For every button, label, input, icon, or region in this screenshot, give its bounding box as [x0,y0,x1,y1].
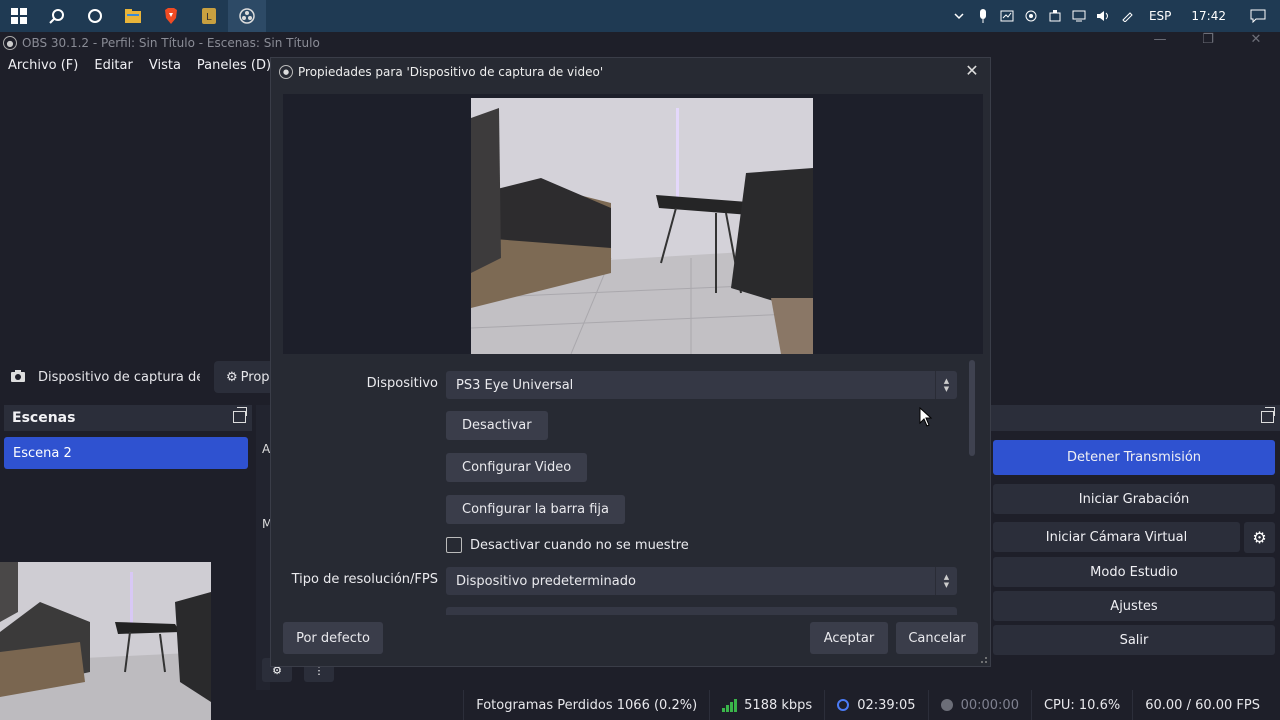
power-icon[interactable] [1043,0,1067,32]
deactivate-button[interactable]: Desactivar [446,411,548,440]
search-icon[interactable] [38,0,76,32]
deactivate-when-hidden-label: Desactivar cuando no se muestre [470,537,689,553]
configure-video-button[interactable]: Configurar Video [446,453,588,482]
menu-bar: Archivo (F) Editar Vista Paneles (D) [0,54,279,76]
menu-vista[interactable]: Vista [141,58,189,73]
app-icon[interactable]: L [190,0,228,32]
obs-logo-icon: ● [279,65,293,79]
stop-streaming-button[interactable]: Detener Transmisión [993,440,1275,475]
partially-visible-field [446,607,957,615]
device-select[interactable]: PS3 Eye Universal ▲ ▼ [446,371,957,399]
chevron-up-icon[interactable] [947,0,971,32]
chevron-updown-icon: ▲ ▼ [935,567,957,595]
microphone-icon[interactable] [971,0,995,32]
windows-taskbar: L ESP 17:42 [0,0,1280,32]
gear-icon: ⚙ [226,369,238,385]
properties-label: Prop [240,369,270,385]
settings-button[interactable]: Ajustes [993,591,1275,621]
scenes-dock-header: Escenas [4,405,252,431]
start-recording-button[interactable]: Iniciar Grabación [993,484,1275,514]
program-preview[interactable] [0,562,211,720]
mouse-cursor-icon [919,407,933,427]
defaults-button[interactable]: Por defecto [283,622,383,654]
obs-title-bar: ● OBS 30.1.2 - Perfil: Sin Título - Esce… [0,32,1280,54]
studio-mode-button[interactable]: Modo Estudio [993,557,1275,587]
resolution-value: Dispositivo predeterminado [456,573,636,589]
fps-status: 60.00 / 60.00 FPS [1132,690,1280,720]
configure-crossbar-button[interactable]: Configurar la barra fija [446,495,625,524]
close-icon[interactable]: ✕ [964,63,980,79]
brave-icon[interactable] [152,0,190,32]
start-virtual-camera-button[interactable]: Iniciar Cámara Virtual [993,522,1240,552]
notifications-icon[interactable] [1236,0,1280,32]
device-label: Dispositivo [366,376,438,391]
cortana-icon[interactable] [76,0,114,32]
svg-text:L: L [206,12,212,23]
device-value: PS3 Eye Universal [456,377,574,393]
record-time-status: 00:00:00 [927,690,1031,720]
window-title: OBS 30.1.2 - Perfil: Sin Título - Escena… [22,36,320,50]
resize-grip-icon[interactable] [980,656,988,664]
record-icon [940,699,953,711]
dialog-title-bar: ● Propiedades para 'Dispositivo de captu… [271,58,990,86]
status-bar: Fotogramas Perdidos 1066 (0.2%) 5188 kbp… [211,690,1280,720]
chevron-updown-icon: ▲ ▼ [935,371,957,399]
capture-icon[interactable] [995,0,1019,32]
dialog-title: Propiedades para 'Dispositivo de captura… [298,65,604,79]
file-explorer-icon[interactable] [114,0,152,32]
resolution-type-select[interactable]: Dispositivo predeterminado ▲ ▼ [446,567,957,595]
properties-dialog: ● Propiedades para 'Dispositivo de captu… [270,57,991,667]
undock-icon[interactable] [1261,407,1275,423]
language-indicator[interactable]: ESP [1139,9,1181,23]
minimize-icon[interactable]: — [1136,32,1184,47]
clock[interactable]: 17:42 [1181,9,1236,23]
bitrate-status: 5188 kbps [709,690,824,720]
stream-time-status: 02:39:05 [824,690,927,720]
selected-source-name: Dispositivo de captura de v [38,369,200,385]
restore-icon[interactable]: ❐ [1184,32,1232,47]
cpu-text: CPU: 10.6% [1043,697,1121,713]
streaming-icon [837,699,850,711]
source-preview-area [283,94,983,354]
signal-icon [722,698,738,712]
network-icon[interactable] [1067,0,1091,32]
obs-icon[interactable] [228,0,266,32]
controls-dock-header [990,405,1280,431]
menu-paneles[interactable]: Paneles (D) [189,58,279,73]
source-toolbar: Dispositivo de captura de v ⚙ Prop [0,356,270,398]
exit-button[interactable]: Salir [993,625,1275,655]
webcam-icon[interactable] [1019,0,1043,32]
mixer-track-a-label: A [262,442,271,456]
stream-time-text: 02:39:05 [857,697,916,713]
windows-start-icon[interactable] [0,0,38,32]
dropped-frames: Fotogramas Perdidos 1066 (0.2%) [463,690,709,720]
cancel-button[interactable]: Cancelar [896,622,978,654]
scenes-title: Escenas [12,410,76,426]
volume-icon[interactable] [1091,0,1115,32]
virtual-camera-settings-icon[interactable]: ⚙ [1244,522,1275,553]
menu-archivo[interactable]: Archivo (F) [0,58,86,73]
deactivate-when-hidden-checkbox[interactable] [446,537,462,553]
undock-icon[interactable] [233,407,247,423]
camera-icon [11,370,25,382]
fps-text: 60.00 / 60.00 FPS [1145,697,1260,713]
dropped-frames-text: Fotogramas Perdidos 1066 (0.2%) [476,697,698,713]
bitrate-text: 5188 kbps [744,697,813,713]
properties-scrollbar[interactable] [969,360,975,456]
accept-button[interactable]: Aceptar [810,622,888,654]
resolution-label: Tipo de resolución/FPS [291,572,438,587]
cpu-status: CPU: 10.6% [1030,690,1132,720]
properties-button[interactable]: ⚙ Prop [214,361,270,393]
close-icon[interactable]: ✕ [1232,32,1280,47]
obs-logo-icon: ● [3,36,17,50]
record-time-text: 00:00:00 [960,697,1019,713]
scene-item[interactable]: Escena 2 [4,437,248,469]
pen-icon[interactable] [1115,0,1139,32]
camera-preview [471,98,813,354]
menu-editar[interactable]: Editar [86,58,141,73]
deactivate-when-hidden-row[interactable]: Desactivar cuando no se muestre [446,537,689,553]
